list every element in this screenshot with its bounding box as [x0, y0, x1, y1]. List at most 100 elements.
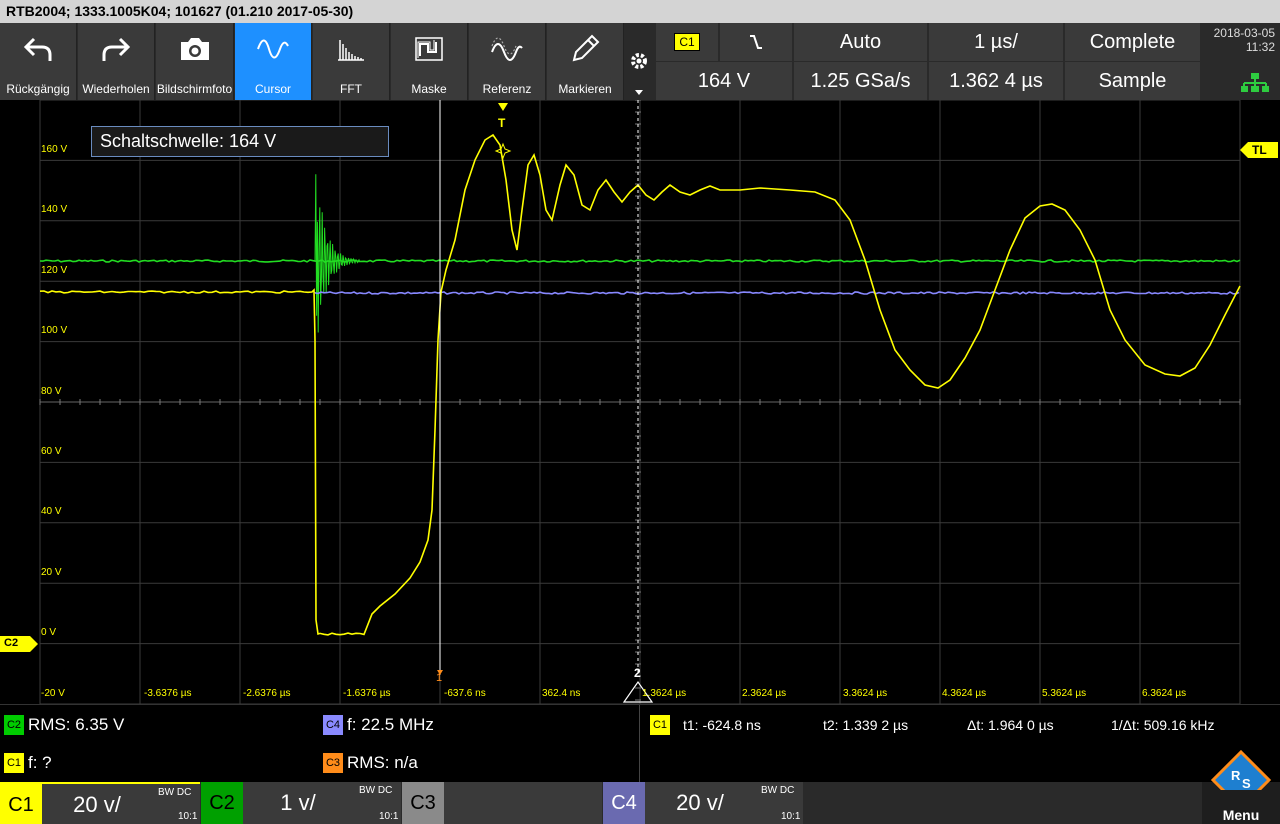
y-label-140: 140 V: [41, 204, 68, 215]
mark-button[interactable]: Markieren: [547, 23, 624, 100]
trigger-label: T: [498, 116, 506, 130]
mark-label: Markieren: [558, 82, 612, 96]
trigger-level-label: TL: [1252, 143, 1267, 157]
y-label-20: 20 V: [41, 567, 62, 578]
channel-4-probe: 10:1: [781, 811, 801, 822]
redo-label: Wiederholen: [82, 82, 150, 96]
channel-4-tab[interactable]: C4 20 v/ BW DC 10:1: [603, 782, 803, 824]
horizontal-position[interactable]: 1.362 4 µs: [929, 62, 1063, 100]
cursor-2-label: 2: [634, 666, 641, 680]
channel-1-probe: 10:1: [178, 811, 198, 822]
channel-4-scale: 20 v/: [676, 790, 724, 815]
screenshot-button[interactable]: Bildschirmfoto: [156, 23, 234, 100]
threshold-popup: Schaltschwelle: 164 V: [91, 126, 389, 157]
sample-rate[interactable]: 1.25 GSa/s: [794, 62, 927, 100]
reference-button[interactable]: Referenz: [469, 23, 546, 100]
svg-text:R: R: [1231, 768, 1241, 783]
c2-chip: C2: [4, 715, 24, 735]
x-label-8: 3.3624 µs: [843, 688, 888, 699]
y-label-60: 60 V: [41, 446, 62, 457]
channel-2-tab[interactable]: C2 1 v/ BW DC 10:1: [201, 782, 401, 824]
channel-bar: C1 20 v/ BW DC 10:1 C2 1 v/ BW DC 10:1 C…: [0, 782, 1280, 824]
x-label-5: 362.4 ns: [542, 688, 581, 699]
cursor-t1: t1: -624.8 ns: [683, 717, 761, 733]
cursor-crosshair-icon: [494, 142, 512, 160]
cursor-1-label: 1: [436, 672, 443, 684]
trigger-mode[interactable]: Auto: [794, 23, 927, 61]
c4-freq-measurement[interactable]: C4 f: 22.5 MHz: [323, 715, 434, 735]
waveform-svg: [0, 100, 1278, 704]
channel-4-tag: C4: [603, 782, 645, 824]
y-label-80: 80 V: [41, 386, 62, 397]
c4-freq-text: f: 22.5 MHz: [347, 715, 434, 734]
c3-rms-text: RMS: n/a: [347, 753, 418, 772]
redo-button[interactable]: Wiederholen: [78, 23, 155, 100]
x-label-2: -2.6376 µs: [243, 688, 291, 699]
x-label-11: 6.3624 µs: [1142, 688, 1187, 699]
channel-2-probe: 10:1: [379, 811, 399, 822]
channel-2-ground-label: C2: [4, 637, 19, 649]
channel-2-ringing: [314, 174, 361, 333]
menu-label: Menu: [1222, 807, 1260, 823]
mask-label: Maske: [411, 82, 447, 96]
y-label-40: 40 V: [41, 506, 62, 517]
x-label-10: 5.3624 µs: [1042, 688, 1087, 699]
cursor-label: Cursor: [254, 82, 291, 96]
undo-icon: [0, 31, 76, 67]
trigger-source[interactable]: C1: [656, 23, 718, 61]
c2-rms-measurement[interactable]: C2 RMS: 6.35 V: [4, 715, 124, 735]
mask-button[interactable]: Maske: [391, 23, 468, 100]
c1-freq-text: f: ?: [28, 753, 52, 772]
fft-label: FFT: [340, 82, 362, 96]
fft-icon: [313, 31, 389, 67]
channel-1-scale: 20 v/: [73, 792, 121, 817]
cursor-measurement-panel[interactable]: C1 t1: -624.8 ns t2: 1.339 2 µs Δt: 1.96…: [639, 705, 1280, 783]
y-label-160: 160 V: [41, 144, 68, 155]
fft-button[interactable]: FFT: [313, 23, 390, 100]
c4-chip: C4: [323, 715, 343, 735]
rohde-schwarz-logo-icon: R S: [1210, 750, 1272, 790]
window-title: RTB2004; 1333.1005K04; 101627 (01.210 20…: [0, 0, 1280, 23]
time: 11:32: [1245, 40, 1275, 54]
c1-chip: C1: [4, 753, 24, 773]
cursor-channel-chip: C1: [650, 715, 670, 735]
measurement-panel: C2 RMS: 6.35 V C4 f: 22.5 MHz C1 f: ? C3…: [0, 704, 1280, 783]
channel-1-tag: C1: [0, 784, 42, 824]
screenshot-label: Bildschirmfoto: [156, 82, 233, 96]
cursor-readout: C1: [650, 715, 674, 735]
timebase[interactable]: 1 µs/: [929, 23, 1063, 61]
c3-chip: C3: [323, 753, 343, 773]
c3-rms-measurement[interactable]: C3 RMS: n/a: [323, 753, 418, 773]
x-label-6: 1.3624 µs: [642, 688, 687, 699]
gear-icon: [631, 53, 647, 95]
redo-icon: [78, 31, 154, 67]
channel-3-tab[interactable]: C3: [402, 782, 602, 824]
channel-3-tag: C3: [402, 782, 444, 824]
trigger-slope[interactable]: [720, 23, 792, 61]
x-label-9: 4.3624 µs: [942, 688, 987, 699]
cursor-button[interactable]: Cursor: [235, 23, 312, 100]
acquisition-mode[interactable]: Sample: [1065, 62, 1200, 100]
x-label-4: -637.6 ns: [444, 688, 486, 699]
cursor-delta-t: Δt: 1.964 0 µs: [967, 717, 1054, 733]
undo-button[interactable]: Rückgängig: [0, 23, 77, 100]
pen-icon: [547, 31, 623, 67]
undo-label: Rückgängig: [6, 82, 70, 96]
cursor-t2: t2: 1.339 2 µs: [823, 717, 909, 733]
y-label-100: 100 V: [41, 325, 68, 336]
c1-freq-measurement[interactable]: C1 f: ?: [4, 753, 52, 773]
trigger-level[interactable]: 164 V: [656, 62, 792, 100]
svg-text:S: S: [1242, 776, 1251, 790]
sine-wave-icon: [235, 31, 311, 67]
acquisition-status[interactable]: Complete: [1065, 23, 1200, 61]
mask-icon: [391, 31, 467, 67]
reference-icon: [469, 31, 545, 67]
waveform-display[interactable]: 160 V 140 V 1 20 V 100 V 80 V 60 V 40 V 2…: [0, 100, 1280, 704]
menu-button[interactable]: R S Menu: [1202, 750, 1280, 824]
channel-2-scale: 1 v/: [280, 790, 316, 815]
settings-button[interactable]: [624, 23, 654, 100]
trigger-position-marker: [498, 103, 508, 111]
channel-1-tab[interactable]: C1 20 v/ BW DC 10:1: [0, 782, 200, 824]
x-label-3: -1.6376 µs: [343, 688, 391, 699]
channel-4-bandwidth: BW DC: [761, 785, 795, 796]
